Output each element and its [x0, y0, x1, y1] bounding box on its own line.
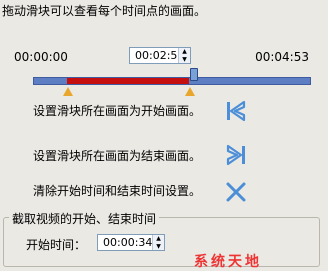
watermark-logo: 系统天地: [194, 254, 262, 270]
timeline-end-time: 00:04:53: [255, 50, 309, 64]
drag-hint-text: 拖动滑块可以查看每个时间点的画面。: [2, 4, 207, 18]
start-time-field[interactable]: 00:00:34 ▲ ▼: [97, 234, 165, 251]
spin-down-icon[interactable]: ▼: [179, 56, 190, 63]
current-time-spinner[interactable]: ▲ ▼: [178, 48, 190, 63]
spin-up-icon[interactable]: ▲: [153, 235, 164, 242]
clear-x-icon[interactable]: [224, 180, 248, 204]
set-start-icon[interactable]: [224, 99, 248, 123]
set-end-label: 设置滑块所在画面为结束画面。: [33, 149, 202, 163]
start-time-label: 开始时间：: [26, 238, 87, 252]
clear-times-label: 清除开始时间和结束时间设置。: [33, 184, 202, 198]
start-marker-icon[interactable]: [63, 87, 73, 96]
timeline-slider-thumb[interactable]: [190, 68, 199, 81]
selected-range: [67, 78, 189, 84]
set-end-icon[interactable]: [224, 143, 248, 167]
spin-down-icon[interactable]: ▼: [153, 243, 164, 250]
current-time-field[interactable]: 00:02:58 ▲ ▼: [129, 47, 191, 64]
clip-group-title: 截取视频的开始、结束时间: [9, 210, 160, 227]
current-time-value: 00:02:58: [135, 49, 185, 62]
end-marker-icon[interactable]: [185, 87, 195, 96]
set-start-label: 设置滑块所在画面为开始画面。: [33, 104, 202, 118]
spin-up-icon[interactable]: ▲: [179, 48, 190, 55]
timeline-start-time: 00:00:00: [14, 50, 68, 64]
start-time-spinner[interactable]: ▲ ▼: [152, 235, 164, 250]
start-time-value: 00:00:34: [103, 236, 153, 249]
timeline-track[interactable]: [33, 77, 311, 85]
